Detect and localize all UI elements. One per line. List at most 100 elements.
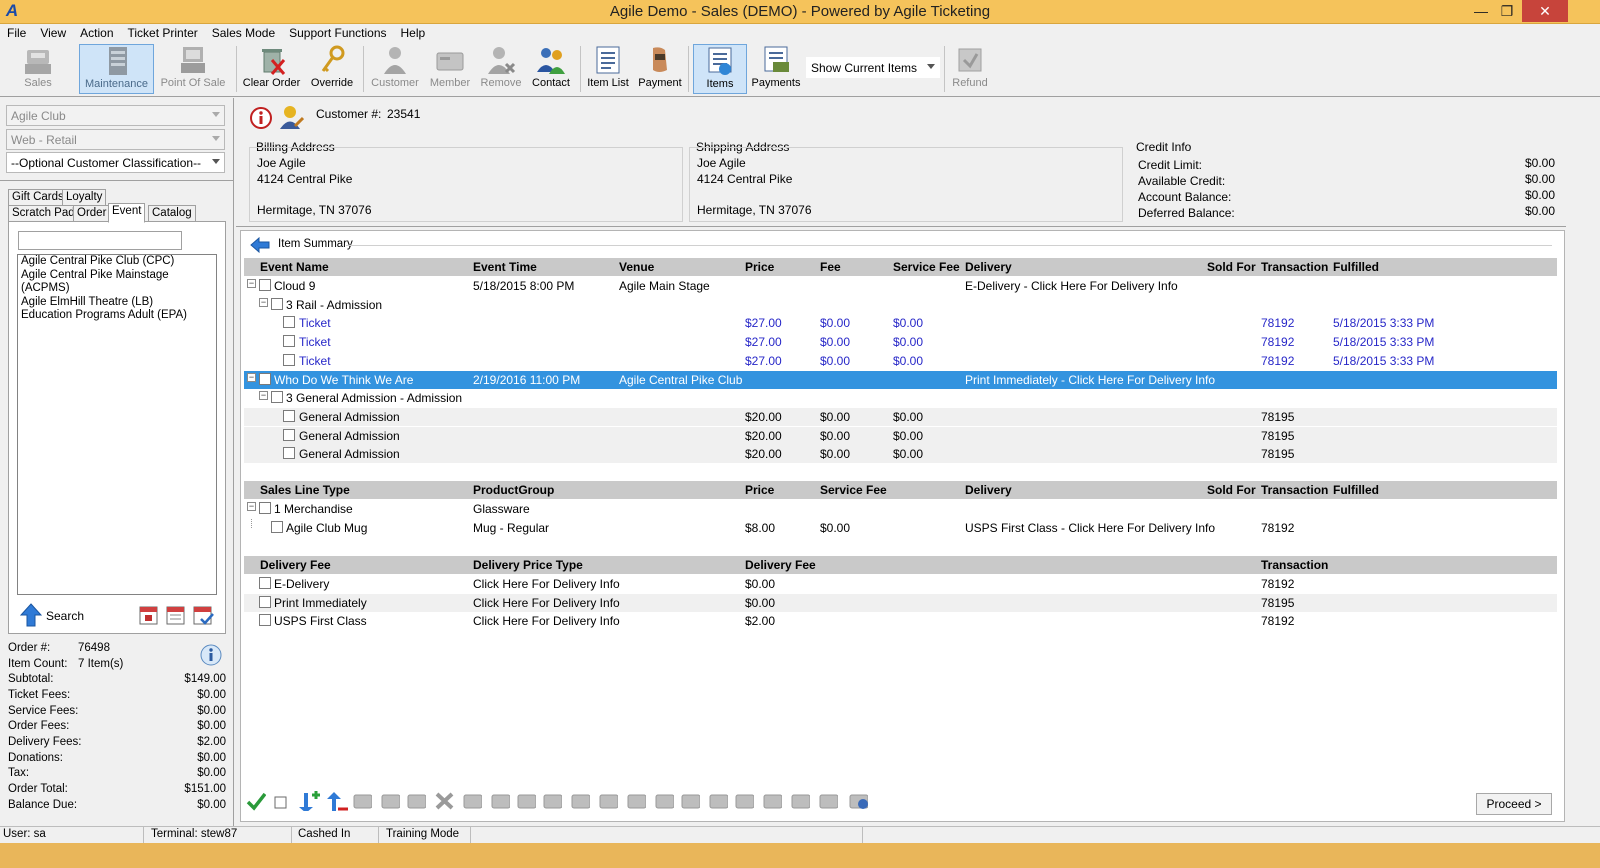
table-row[interactable]: General Admission $20.00 $0.00 $0.00 78195	[244, 445, 1557, 464]
venue-list-item[interactable]: Agile ElmHill Theatre (LB)	[18, 296, 216, 310]
row-checkbox[interactable]	[283, 353, 295, 366]
payments-button[interactable]: Payments	[750, 44, 802, 94]
row-checkbox[interactable]	[283, 316, 295, 329]
menu-file[interactable]: File	[0, 24, 33, 40]
delivery-info-link[interactable]: E-Delivery - Click Here For Delivery Inf…	[965, 279, 1178, 293]
organization-select[interactable]: Agile Club	[6, 105, 225, 126]
table-row[interactable]: E-Delivery Click Here For Delivery Info $0…	[244, 575, 1557, 593]
collapse-icon[interactable]: −	[259, 297, 268, 307]
row-checkbox[interactable]	[271, 391, 283, 404]
collapse-icon[interactable]: −	[259, 391, 268, 401]
point-of-sale-button[interactable]: Point Of Sale	[158, 44, 228, 94]
back-arrow-icon[interactable]	[250, 237, 270, 253]
refund-button[interactable]: Refund	[948, 44, 992, 94]
row-checkbox[interactable]	[283, 335, 295, 348]
delivery-info-link[interactable]: USPS First Class - Click Here For Delive…	[965, 521, 1215, 535]
check-all-icon[interactable]	[246, 791, 266, 811]
remove-button[interactable]: Remove	[478, 44, 524, 94]
table-row[interactable]: − 3 Rail - Admission	[244, 295, 1557, 314]
item-list-button[interactable]: Item List	[584, 44, 632, 94]
contact-button[interactable]: Contact	[528, 44, 574, 94]
row-checkbox[interactable]	[259, 372, 271, 385]
ticket-swap-icon[interactable]	[762, 791, 782, 811]
delivery-info-link[interactable]: Click Here For Delivery Info	[473, 614, 620, 628]
ticket-icon[interactable]	[516, 791, 536, 811]
table-row[interactable]: Ticket $27.00 $0.00 $0.00 78192 5/18/2015 3:3…	[244, 314, 1557, 333]
barcode-icon[interactable]	[598, 791, 618, 811]
table-row[interactable]: General Admission $20.00 $0.00 $0.00 78195	[244, 426, 1557, 445]
help-icon[interactable]	[848, 791, 868, 811]
table-row[interactable]: − Cloud 9 5/18/2015 8:00 PM Agile Main Stag…	[244, 277, 1557, 295]
menu-support-functions[interactable]: Support Functions	[282, 24, 393, 40]
uncheck-all-icon[interactable]	[274, 796, 294, 816]
menu-action[interactable]: Action	[73, 24, 120, 40]
show-items-dropdown[interactable]: Show Current Items	[806, 57, 940, 78]
customer-button[interactable]: Customer	[368, 44, 422, 94]
exchange-icon[interactable]	[490, 791, 510, 811]
calendar-day-icon[interactable]	[139, 604, 159, 626]
restore-button[interactable]: ❐	[1492, 0, 1522, 22]
items-button[interactable]: Items	[693, 44, 747, 94]
close-button[interactable]: ✕	[1522, 0, 1568, 22]
ticket-alt-icon[interactable]	[542, 791, 562, 811]
event-search-input[interactable]	[18, 231, 182, 250]
person-icon[interactable]	[680, 791, 700, 811]
proceed-button[interactable]: Proceed >	[1476, 793, 1552, 815]
row-checkbox[interactable]	[271, 297, 283, 310]
menu-ticket-printer[interactable]: Ticket Printer	[121, 24, 205, 40]
ticket-print-icon[interactable]	[818, 791, 838, 811]
envelope-icon[interactable]	[626, 791, 646, 811]
label-icon[interactable]	[654, 791, 674, 811]
row-checkbox[interactable]	[259, 614, 271, 627]
override-button[interactable]: Override	[307, 44, 357, 94]
calendar-month-icon[interactable]	[166, 604, 186, 626]
table-row[interactable]: − 3 General Admission - Admission	[244, 389, 1557, 408]
tab-loyalty[interactable]: Loyalty	[62, 189, 107, 206]
venue-list-item[interactable]: Agile Central Pike Mainstage (ACPMS)	[18, 269, 216, 296]
move-up-remove-icon[interactable]	[324, 791, 348, 811]
move-down-add-icon[interactable]	[296, 791, 320, 811]
tab-event[interactable]: Event	[108, 203, 146, 223]
collapse-icon[interactable]: −	[247, 279, 256, 288]
delete-icon[interactable]	[434, 791, 454, 811]
table-row[interactable]: USPS First Class Click Here For Delivery …	[244, 612, 1557, 631]
venue-list[interactable]: Agile Central Pike Club (CPC) Agile Cent…	[17, 254, 217, 595]
menu-view[interactable]: View	[33, 24, 73, 40]
row-checkbox[interactable]	[259, 577, 271, 589]
tab-order[interactable]: Order	[73, 205, 111, 222]
collapse-icon[interactable]: −	[247, 502, 256, 511]
row-checkbox[interactable]	[283, 409, 295, 422]
table-row[interactable]: − Who Do We Think We Are 2/19/2016 11:00 P…	[244, 370, 1557, 389]
maintenance-button[interactable]: Maintenance	[79, 44, 154, 94]
people-icon[interactable]	[708, 791, 728, 811]
table-row[interactable]: Ticket $27.00 $0.00 $0.00 78192 5/18/2015 3:3…	[244, 351, 1557, 370]
channel-select[interactable]: Web - Retail	[6, 129, 225, 150]
print-icon[interactable]	[352, 791, 372, 811]
printer-icon[interactable]	[406, 791, 426, 811]
row-checkbox[interactable]	[283, 447, 295, 460]
venue-list-item[interactable]: Agile Central Pike Club (CPC)	[18, 255, 216, 269]
table-row[interactable]: Ticket $27.00 $0.00 $0.00 78192 5/18/2015 3:3…	[244, 333, 1557, 352]
tab-scratch-pad[interactable]: Scratch Pad	[8, 205, 79, 222]
calendar-check-icon[interactable]	[193, 604, 215, 626]
row-checkbox[interactable]	[259, 595, 271, 608]
row-checkbox[interactable]	[259, 279, 271, 291]
delivery-info-link[interactable]: Click Here For Delivery Info	[473, 577, 620, 591]
customer-classification-select[interactable]: --Optional Customer Classification--	[6, 152, 225, 173]
table-row[interactable]: Print Immediately Click Here For Delivery…	[244, 593, 1557, 612]
search-button[interactable]: Search	[20, 603, 90, 627]
info-icon[interactable]	[380, 791, 400, 811]
ticket-person-icon[interactable]	[734, 791, 754, 811]
menu-help[interactable]: Help	[394, 24, 433, 40]
clear-order-button[interactable]: Clear Order	[240, 44, 303, 94]
table-row[interactable]: − 1 Merchandise Glassware	[244, 500, 1557, 518]
delivery-info-link[interactable]: Click Here For Delivery Info	[473, 596, 620, 610]
ticket-scan-icon[interactable]	[570, 791, 590, 811]
dollar-icon[interactable]	[462, 791, 482, 811]
customer-info-icon[interactable]	[249, 106, 273, 130]
sales-button[interactable]: Sales	[6, 44, 70, 94]
table-row[interactable]: General Admission $20.00 $0.00 $0.00 78195	[244, 407, 1557, 426]
member-button[interactable]: Member	[426, 44, 474, 94]
row-checkbox[interactable]	[271, 521, 283, 533]
tab-gift-cards[interactable]: Gift Cards	[8, 189, 68, 206]
